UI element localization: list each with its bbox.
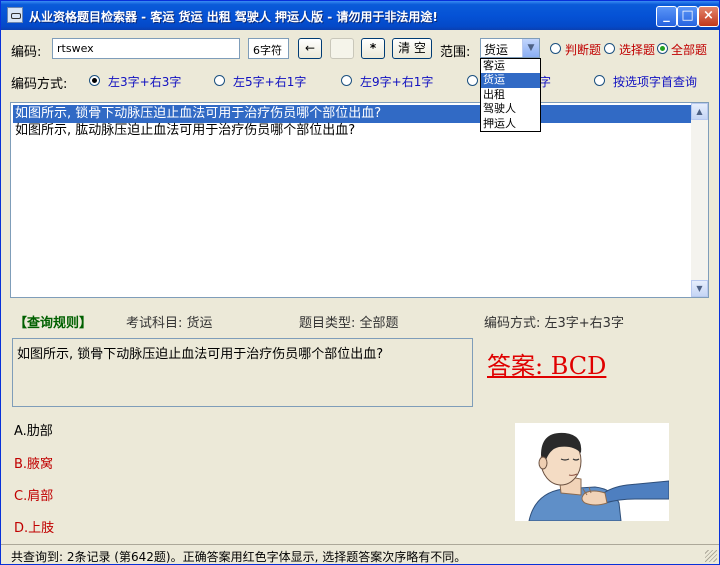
chevron-down-icon[interactable]: ▼ — [522, 39, 539, 57]
backspace-button[interactable]: ← — [298, 38, 322, 59]
radio-true-false[interactable] — [550, 43, 561, 54]
list-item[interactable]: 如图所示, 肱动脉压迫止血法可用于治疗伤员哪个部位出血? — [13, 122, 355, 140]
code-label: 编码: — [11, 45, 42, 60]
option-a: A.肋部 — [14, 424, 53, 439]
range-option[interactable]: 货运 — [481, 73, 540, 88]
range-option[interactable]: 客运 — [481, 59, 540, 73]
question-text-box: 如图所示, 锁骨下动脉压迫止血法可用于治疗伤员哪个部位出血? — [12, 338, 473, 407]
scroll-up-icon[interactable]: ▲ — [691, 103, 708, 120]
radio-encoding-5-1[interactable] — [214, 75, 225, 86]
wildcard-button[interactable]: * — [361, 38, 385, 59]
title-bar[interactable]: 从业资格题目检索器 - 客运 货运 出租 驾驶人 押运人版 - 请勿用于非法用途… — [1, 1, 719, 30]
resize-grip-icon[interactable] — [705, 550, 717, 562]
window-title: 从业资格题目检索器 - 客运 货运 出租 驾驶人 押运人版 - 请勿用于非法用途… — [29, 10, 438, 24]
radio-all-questions-label: 全部题 — [671, 43, 708, 57]
radio-encoding-3-3-label: 左3字+右3字 — [108, 75, 182, 89]
list-item[interactable]: 如图所示, 锁骨下动脉压迫止血法可用于治疗伤员哪个部位出血? — [13, 105, 691, 123]
range-selected-value: 货运 — [484, 43, 509, 57]
minimize-button[interactable]: _ — [656, 6, 677, 27]
range-label: 范围: — [440, 45, 471, 60]
vertical-scrollbar[interactable]: ▲ ▼ — [691, 103, 708, 297]
radio-encoding-5-1-label: 左5字+右1字 — [233, 75, 307, 89]
option-c: C.肩部 — [14, 489, 54, 504]
encoding-label: 编码方式: — [11, 77, 68, 92]
app-icon — [7, 7, 23, 23]
status-text: 共查询到: 2条记录 (第642题)。正确答案用红色字体显示, 选择题答案次序略… — [11, 550, 467, 564]
range-option[interactable]: 出租 — [481, 88, 540, 102]
question-type: 题目类型: 全部题 — [299, 316, 399, 331]
radio-all-questions[interactable] — [657, 43, 668, 54]
close-button[interactable]: × — [698, 6, 719, 27]
radio-encoding-9-1-label: 左9字+右1字 — [360, 75, 434, 89]
status-bar: 共查询到: 2条记录 (第642题)。正确答案用红色字体显示, 选择题答案次序略… — [1, 544, 719, 564]
range-select[interactable]: 货运 ▼ — [480, 38, 540, 58]
radio-option-initial-search[interactable] — [594, 75, 605, 86]
range-dropdown-list[interactable]: 客运 货运 出租 驾驶人 押运人 — [480, 58, 541, 132]
answer-label: 答案: BCD — [487, 352, 607, 380]
radio-encoding-other[interactable] — [467, 75, 478, 86]
radio-option-initial-search-label: 按选项字首查询 — [613, 75, 698, 89]
scroll-down-icon[interactable]: ▼ — [691, 280, 708, 297]
query-rules-label: 【查询规则】 — [14, 316, 93, 331]
maximize-button[interactable]: □ — [677, 6, 698, 27]
encoding-mode: 编码方式: 左3字+右3字 — [484, 316, 624, 331]
char-count-field: 6字符 — [248, 38, 289, 59]
clear-button[interactable]: 清 空 — [392, 38, 432, 59]
radio-encoding-9-1[interactable] — [341, 75, 352, 86]
results-list[interactable]: 如图所示, 锁骨下动脉压迫止血法可用于治疗伤员哪个部位出血? 如图所示, 肱动脉… — [10, 102, 709, 298]
radio-multiple-choice[interactable] — [604, 43, 615, 54]
blank-button[interactable] — [330, 38, 354, 59]
radio-encoding-3-3[interactable] — [89, 75, 100, 86]
question-illustration — [515, 423, 670, 522]
option-b: B.腋窝 — [14, 457, 54, 472]
code-input[interactable]: rtswex — [52, 38, 240, 59]
exam-subject: 考试科目: 货运 — [126, 316, 213, 331]
radio-true-false-label: 判断题 — [565, 43, 602, 57]
compression-illustration-icon — [528, 432, 670, 522]
range-option[interactable]: 驾驶人 — [481, 102, 540, 116]
radio-multiple-choice-label: 选择题 — [619, 43, 656, 57]
main-window: 从业资格题目检索器 - 客运 货运 出租 驾驶人 押运人版 - 请勿用于非法用途… — [0, 0, 720, 565]
range-option[interactable]: 押运人 — [481, 117, 540, 131]
option-d: D.上肢 — [14, 521, 55, 536]
